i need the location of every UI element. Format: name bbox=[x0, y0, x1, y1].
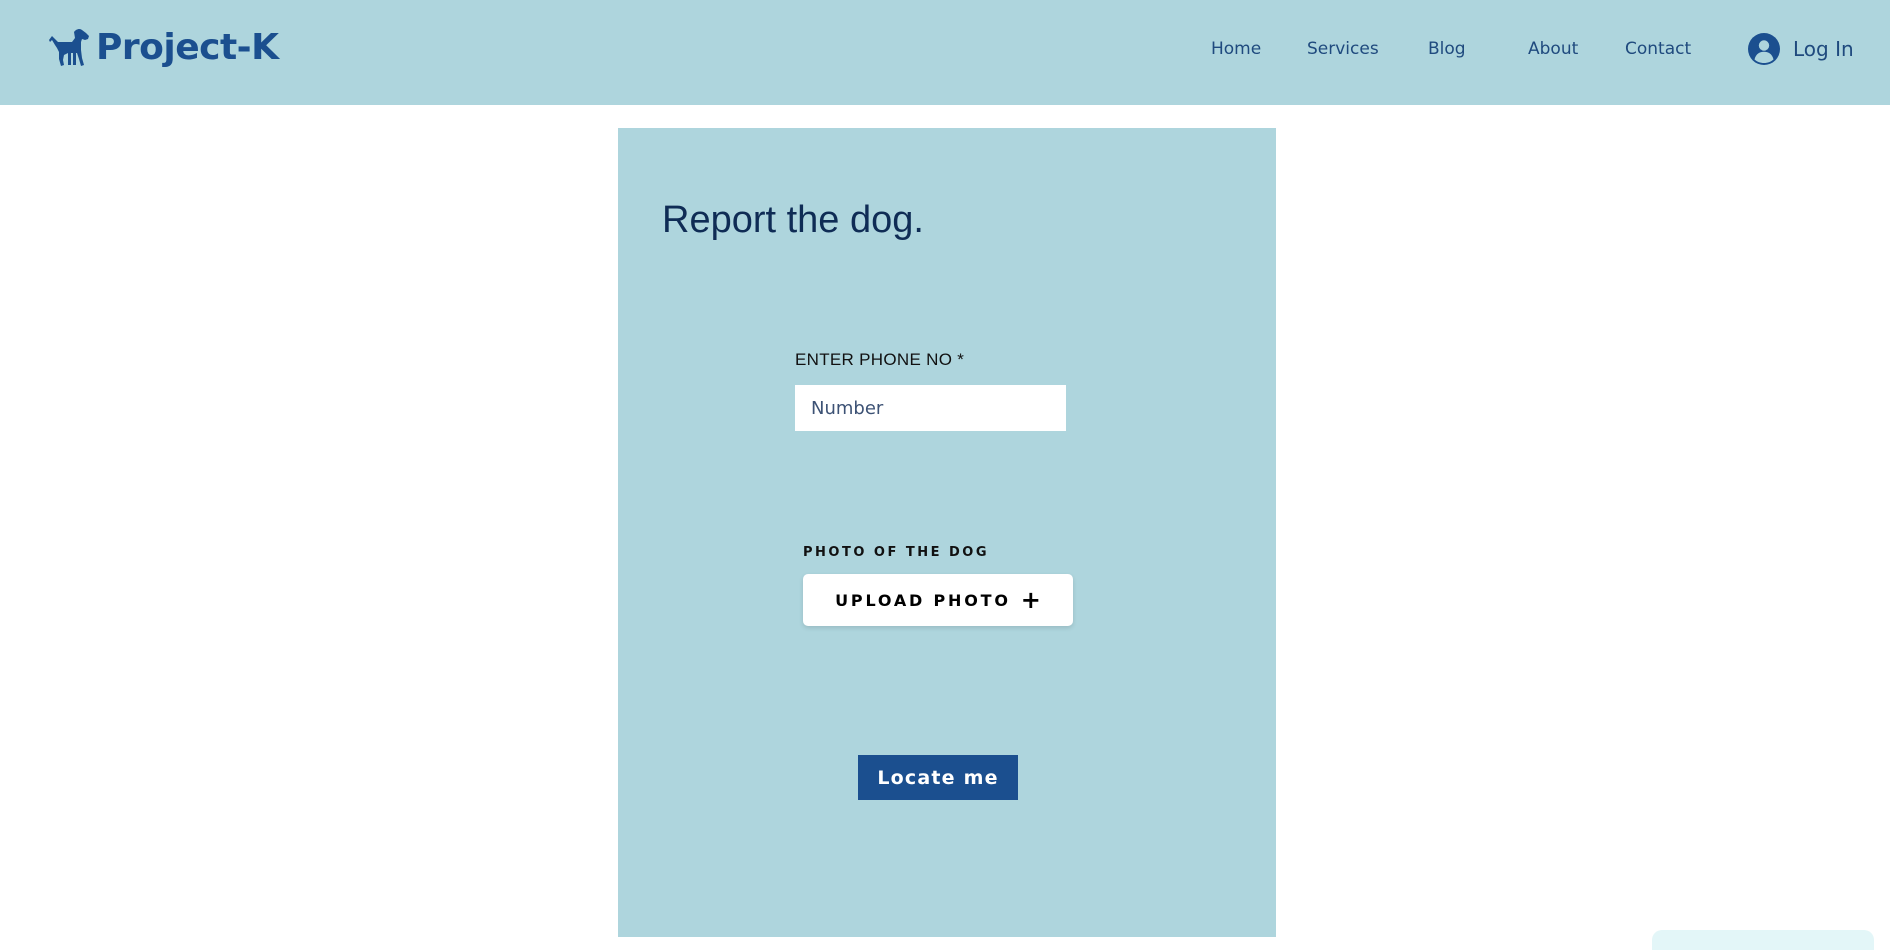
logo-link[interactable]: Project-K bbox=[48, 26, 279, 70]
nav-home[interactable]: Home bbox=[1211, 38, 1261, 60]
user-avatar-icon bbox=[1748, 33, 1780, 65]
logo-text: Project-K bbox=[96, 27, 279, 68]
nav-about[interactable]: About bbox=[1528, 38, 1578, 60]
login-label: Log In bbox=[1793, 37, 1854, 61]
nav-contact[interactable]: Contact bbox=[1625, 38, 1691, 60]
form-title: Report the dog. bbox=[662, 199, 924, 241]
nav-services[interactable]: Services bbox=[1307, 38, 1379, 60]
photo-label: PHOTO OF THE DOG bbox=[803, 545, 990, 560]
phone-input[interactable] bbox=[795, 385, 1066, 431]
login-button[interactable]: Log In bbox=[1748, 33, 1854, 65]
chat-widget-tab[interactable] bbox=[1652, 930, 1874, 950]
site-header: Project-K Home Services Blog About Conta… bbox=[0, 0, 1890, 105]
upload-photo-button[interactable]: UPLOAD PHOTO + bbox=[803, 574, 1073, 626]
dog-icon bbox=[49, 28, 89, 67]
phone-label: ENTER PHONE NO * bbox=[795, 350, 965, 369]
locate-me-button[interactable]: Locate me bbox=[858, 755, 1018, 800]
plus-icon: + bbox=[1020, 586, 1041, 614]
report-form-panel: Report the dog. ENTER PHONE NO * PHOTO O… bbox=[618, 128, 1276, 937]
nav-blog[interactable]: Blog bbox=[1428, 38, 1466, 60]
upload-photo-label: UPLOAD PHOTO bbox=[835, 590, 1011, 610]
